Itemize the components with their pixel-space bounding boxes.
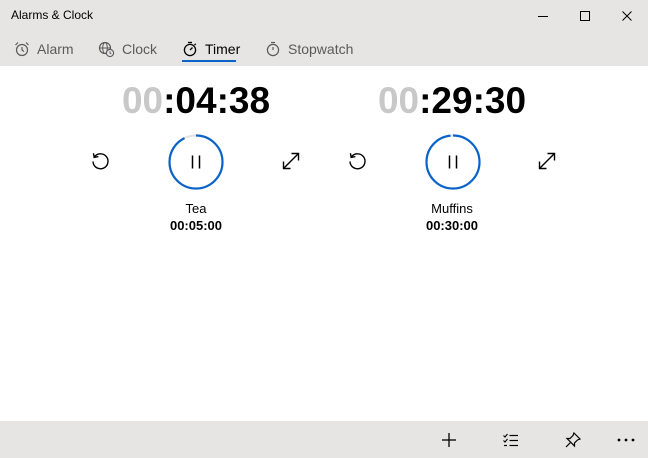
globe-clock-icon [98,41,115,57]
timer-duration: 00:05:00 [169,218,223,233]
time-minutes-seconds: :29:30 [419,80,527,121]
pin-button[interactable] [553,421,593,458]
tab-timer-label: Timer [205,41,241,57]
reset-icon [92,153,109,170]
select-timers-button[interactable] [491,421,531,458]
minimize-button[interactable] [520,0,566,32]
pin-icon [565,431,582,447]
time-hours: 00 [377,80,420,121]
time-hours: 00 [121,80,164,121]
maximize-button[interactable] [562,0,608,32]
maximize-icon [580,11,590,21]
pause-button[interactable] [167,133,225,191]
tab-bar: Alarm Clock Timer Stopwatch [0,32,648,66]
close-button[interactable] [604,0,648,32]
expand-button[interactable] [532,146,562,176]
expand-button[interactable] [276,146,306,176]
tab-clock-label: Clock [122,41,158,57]
reset-icon [349,153,366,170]
tab-alarm-label: Alarm [37,41,74,57]
tab-stopwatch[interactable]: Stopwatch [265,32,353,66]
command-bar [0,421,648,458]
timer-card-tea[interactable]: 00:04:38 Tea 00:05:00 [66,66,326,266]
minimize-icon [538,16,548,17]
reset-button[interactable] [342,146,372,176]
title-bar: Alarms & Clock [0,0,648,32]
tab-clock[interactable]: Clock [98,32,157,66]
select-list-icon [503,433,518,446]
pause-icon [448,155,458,169]
progress-ring [168,134,224,190]
pause-button[interactable] [424,133,482,191]
time-minutes-seconds: :04:38 [163,80,271,121]
alarm-icon [15,42,29,57]
more-options-button[interactable] [606,421,646,458]
active-tab-indicator [182,60,236,62]
timer-icon [183,41,197,57]
time-remaining: 00:04:38 [66,80,326,122]
tab-alarm[interactable]: Alarm [14,32,74,66]
expand-icon [538,152,556,170]
pause-icon [191,155,201,169]
progress-ring [425,134,481,190]
tab-stopwatch-label: Stopwatch [288,41,354,57]
expand-icon [282,152,300,170]
add-timer-button[interactable] [429,421,469,458]
timer-card-muffins[interactable]: 00:29:30 Muffins 00:30:00 [322,66,582,266]
add-icon [442,432,456,447]
timer-duration: 00:30:00 [425,218,479,233]
close-icon [622,11,632,21]
reset-button[interactable] [85,146,115,176]
stopwatch-icon [266,41,280,57]
timer-name: Muffins [431,201,473,216]
time-remaining: 00:29:30 [322,80,582,122]
app-title: Alarms & Clock [11,8,94,22]
more-icon [617,438,635,441]
timer-name: Tea [185,201,207,216]
